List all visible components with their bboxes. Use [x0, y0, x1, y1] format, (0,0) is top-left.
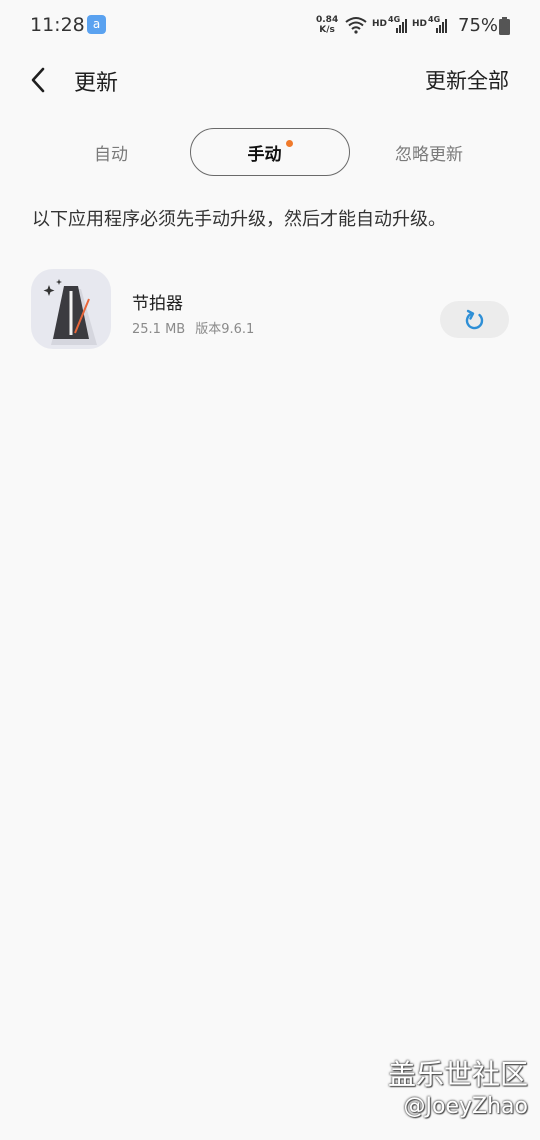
page-title: 更新 [74, 71, 119, 96]
status-time: 11:28 [30, 14, 85, 36]
hd-label-2: HD [412, 19, 428, 29]
manual-update-notice: 以下应用程序必须先手动升级，然后才能自动升级。 [32, 209, 446, 230]
signal-icon-1: 4G [388, 15, 407, 33]
network-speed-value: 0.84 [316, 15, 339, 25]
app-version: 版本9.6.1 [195, 322, 255, 337]
update-retry-button[interactable] [440, 301, 509, 338]
network-speed-unit: K/s [319, 25, 335, 35]
tab-manual-label: 手动 [247, 144, 282, 165]
battery-percent: 75% [458, 15, 499, 36]
watermark-username: @JoeyZhao [403, 1094, 528, 1119]
wifi-icon [345, 17, 367, 34]
screen: 11:28 a 0.84 K/s HD 4G HD 4G 75% 更新 更新全部… [0, 0, 540, 1140]
hd-label-1: HD [372, 19, 388, 29]
tab-ignored-updates[interactable]: 忽略更新 [350, 128, 508, 176]
back-arrow-icon [31, 67, 45, 93]
list-item[interactable]: 节拍器 25.1 MB 版本9.6.1 [0, 262, 540, 358]
app-bar: 更新 更新全部 [0, 52, 540, 108]
tab-ignored-label: 忽略更新 [395, 144, 463, 165]
watermark-community: 盖乐世社区 [387, 1058, 528, 1091]
tab-bar: 自动 手动 忽略更新 [0, 128, 540, 178]
signal-label-2: 4G [428, 15, 440, 24]
network-speed: 0.84 K/s [316, 15, 338, 35]
tab-auto[interactable]: 自动 [32, 128, 190, 176]
metronome-icon [31, 269, 111, 349]
status-bar: 11:28 a 0.84 K/s HD 4G HD 4G 75% [0, 0, 540, 52]
signal-label-1: 4G [388, 15, 400, 24]
app-meta: 25.1 MB 版本9.6.1 [132, 318, 264, 337]
update-all-button[interactable]: 更新全部 [425, 65, 509, 95]
refresh-icon [465, 309, 483, 329]
app-size: 25.1 MB [132, 322, 186, 337]
battery-icon [499, 17, 510, 35]
signal-icon-2: 4G [428, 15, 447, 33]
new-badge-dot [285, 139, 293, 147]
tab-manual[interactable]: 手动 [190, 128, 350, 176]
back-button[interactable] [20, 62, 56, 98]
notification-app-icon: a [87, 15, 106, 34]
tab-auto-label: 自动 [94, 144, 128, 165]
app-name: 节拍器 [132, 294, 183, 314]
